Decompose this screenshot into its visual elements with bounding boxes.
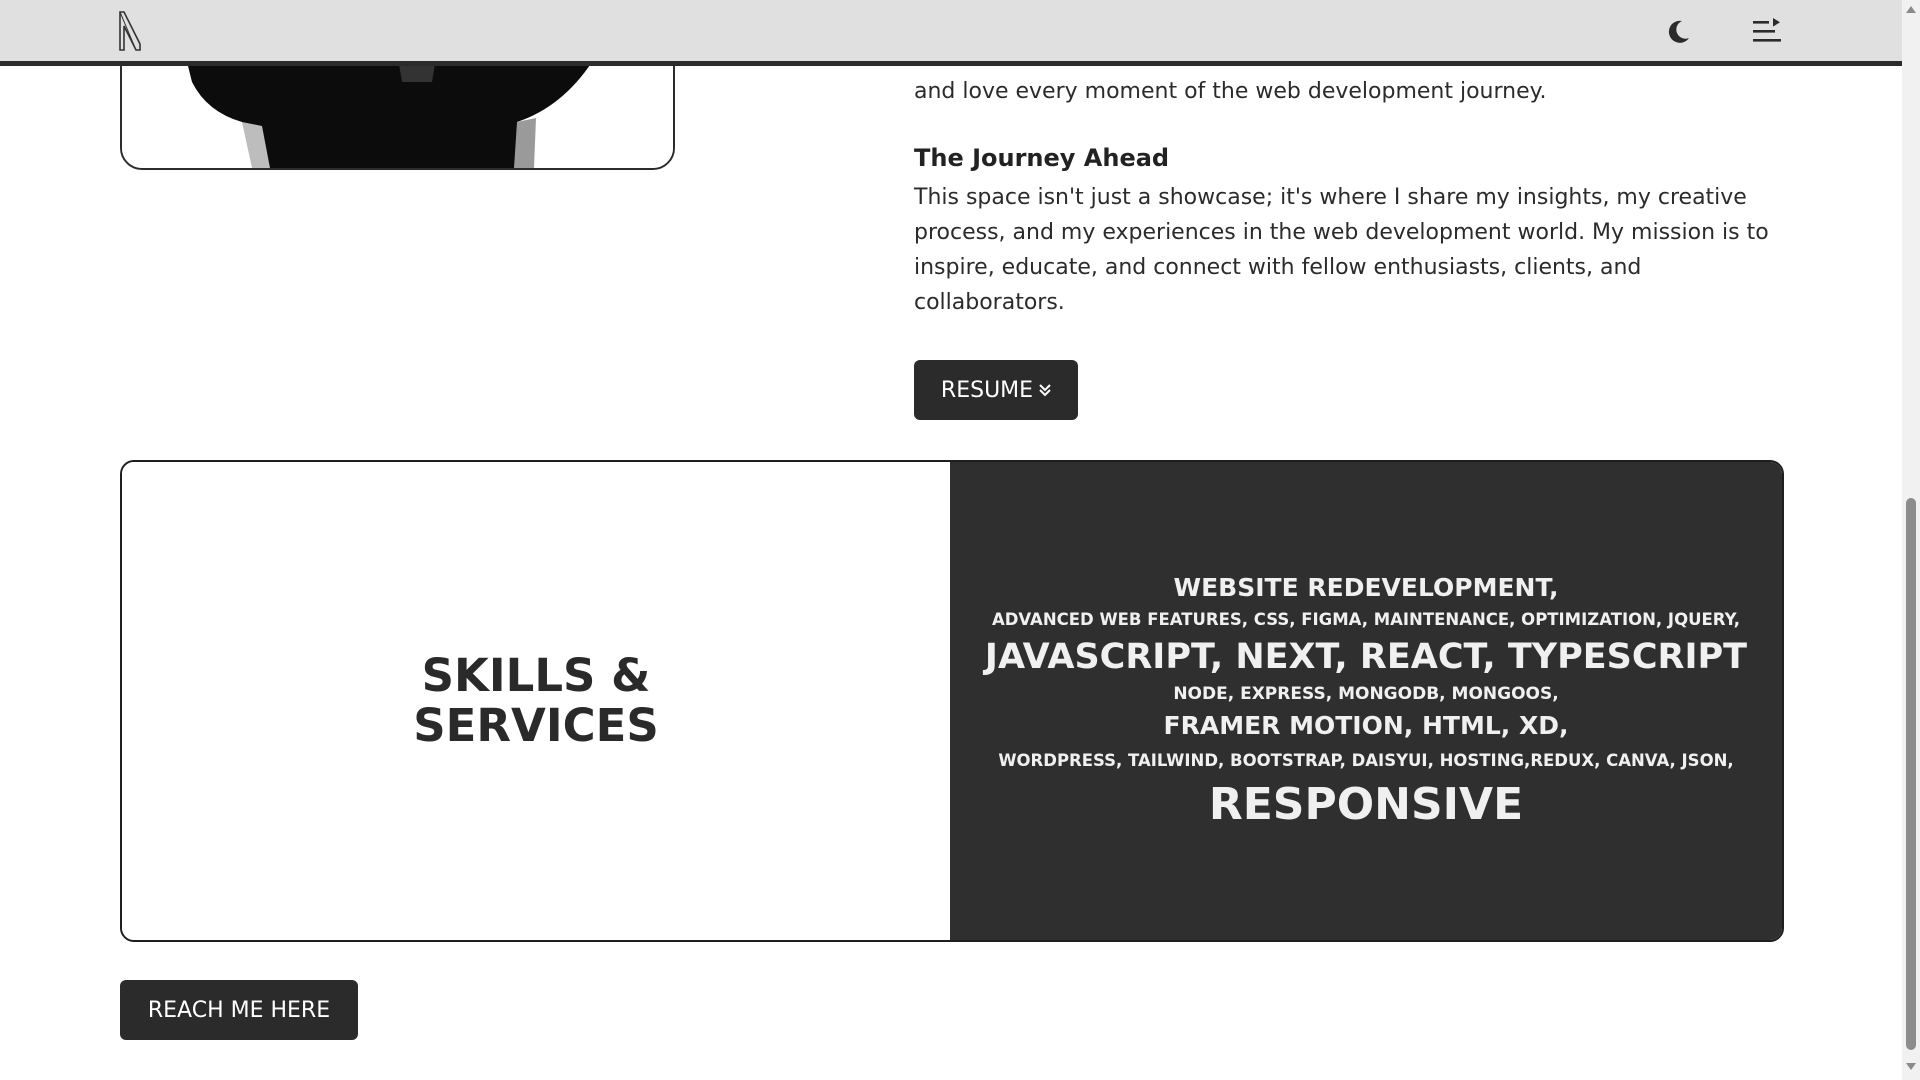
skill-line: WEBSITE REDEVELOPMENT, bbox=[1173, 573, 1559, 602]
skill-line: WORDPRESS, TAILWIND, BOOTSTRAP, DAISYUI,… bbox=[998, 751, 1734, 770]
menu-icon bbox=[1753, 18, 1781, 42]
skills-title: SKILLS & SERVICES bbox=[413, 649, 659, 752]
logo-icon bbox=[119, 11, 141, 51]
menu-button[interactable] bbox=[1749, 14, 1785, 50]
scrollbar-thumb[interactable] bbox=[1906, 498, 1916, 1050]
journey-heading: The Journey Ahead bbox=[914, 144, 1170, 172]
resume-button[interactable]: RESUME bbox=[914, 360, 1078, 420]
skills-services-card: SKILLS & SERVICES WEBSITE REDEVELOPMENT,… bbox=[120, 460, 1784, 942]
skill-line: RESPONSIVE bbox=[1208, 779, 1524, 830]
page: and love every moment of the web develop… bbox=[0, 0, 1902, 1080]
skill-line: JAVASCRIPT, NEXT, REACT, TYPESCRIPT bbox=[984, 637, 1748, 677]
scroll-down-arrow-icon[interactable] bbox=[1906, 1063, 1916, 1070]
scroll-up-arrow-icon[interactable] bbox=[1906, 6, 1916, 13]
skill-line: FRAMER MOTION, HTML, XD, bbox=[1163, 711, 1569, 740]
reach-me-button[interactable]: REACH ME HERE bbox=[120, 980, 358, 1040]
top-navbar bbox=[0, 0, 1902, 66]
chevrons-down-icon bbox=[1039, 384, 1051, 397]
journey-text: This space isn't just a showcase; it's w… bbox=[914, 185, 1769, 315]
skill-line: ADVANCED WEB FEATURES, CSS, FIGMA, MAINT… bbox=[991, 610, 1741, 629]
skill-line: NODE, EXPRESS, MONGODB, MONGOOS, bbox=[1173, 684, 1559, 704]
skills-list-panel: WEBSITE REDEVELOPMENT, ADVANCED WEB FEAT… bbox=[950, 462, 1782, 940]
skills-title-panel: SKILLS & SERVICES bbox=[122, 462, 950, 940]
moon-icon bbox=[1668, 20, 1689, 43]
page-scrollbar[interactable] bbox=[1902, 0, 1920, 1080]
site-logo[interactable] bbox=[118, 10, 158, 52]
theme-toggle-button[interactable] bbox=[1660, 14, 1696, 50]
resume-label: RESUME bbox=[940, 377, 1034, 403]
about-text-tail: and love every moment of the web develop… bbox=[914, 79, 1547, 104]
